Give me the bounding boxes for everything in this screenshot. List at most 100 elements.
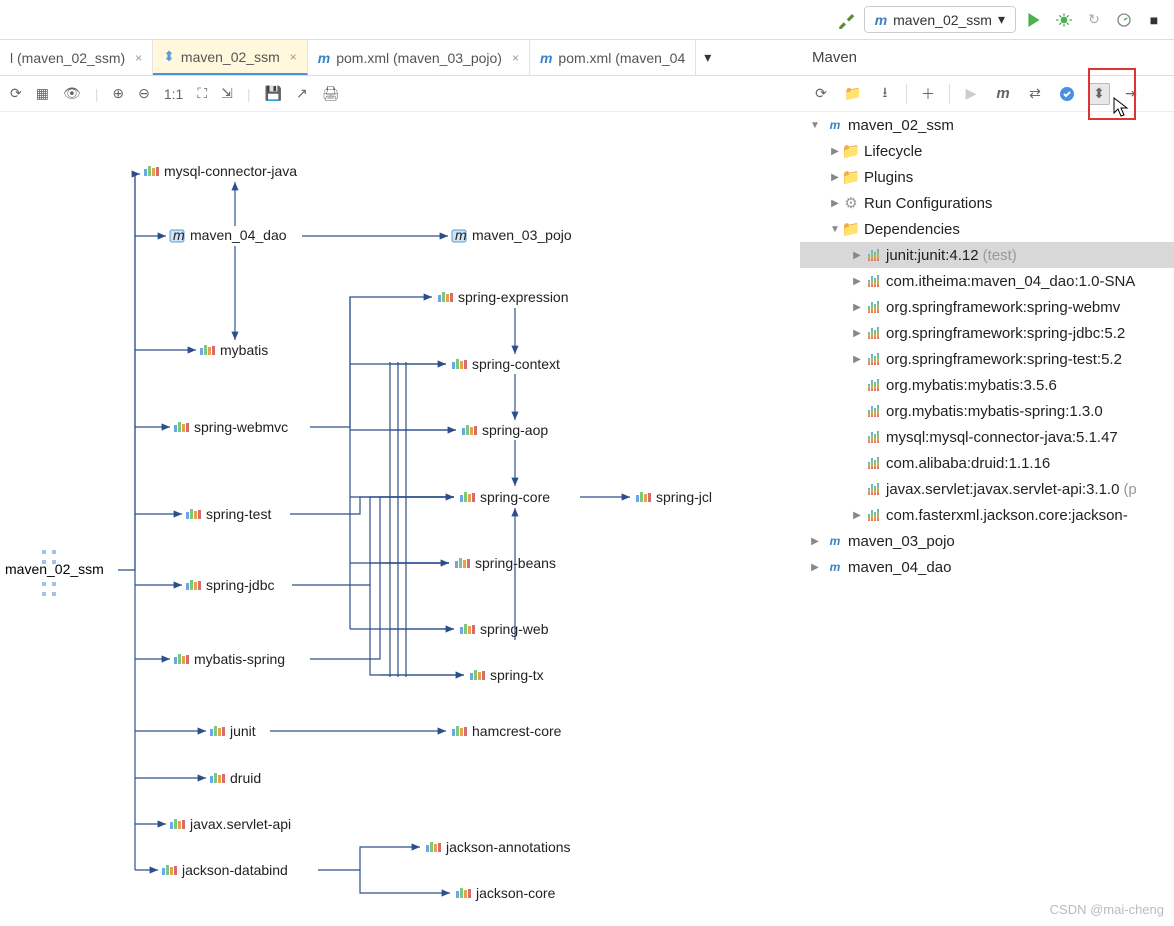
chevron-right-icon[interactable]: ▶ bbox=[850, 250, 864, 261]
share-icon[interactable]: ⇲ bbox=[221, 85, 233, 102]
tree-dependencies[interactable]: ▼ 📁 Dependencies bbox=[800, 216, 1174, 242]
node-jackson-annotations[interactable]: jackson-annotations bbox=[426, 839, 571, 855]
node-mybatis-spring[interactable]: mybatis-spring bbox=[174, 651, 285, 667]
add-project-icon[interactable]: ＋ bbox=[917, 83, 939, 105]
chevron-right-icon[interactable]: ▶ bbox=[828, 198, 842, 209]
tab-maven02-ssm[interactable]: ⬍ maven_02_ssm × bbox=[153, 40, 308, 75]
svg-text:spring-tx: spring-tx bbox=[490, 667, 544, 683]
tab-pom-pojo[interactable]: m pom.xml (maven_03_pojo) × bbox=[308, 40, 530, 75]
node-spring-aop[interactable]: spring-aop bbox=[462, 422, 548, 438]
library-icon bbox=[864, 431, 882, 443]
node-spring-core[interactable]: spring-core bbox=[460, 489, 550, 505]
chevron-right-icon[interactable]: ▶ bbox=[850, 510, 864, 521]
node-spring-beans[interactable]: spring-beans bbox=[455, 555, 556, 571]
tree-dependency-item[interactable]: ▶com.fasterxml.jackson.core:jackson- bbox=[800, 502, 1174, 528]
coverage-icon[interactable]: ↻ bbox=[1082, 8, 1106, 32]
tree-dependency-item[interactable]: mysql:mysql-connector-java:5.1.47 bbox=[800, 424, 1174, 450]
tree-dependency-item[interactable]: org.mybatis:mybatis-spring:1.3.0 bbox=[800, 398, 1174, 424]
node-mysql[interactable]: mysql-connector-java bbox=[144, 163, 297, 179]
toggle-offline-icon[interactable]: ⇄ bbox=[1024, 83, 1046, 105]
chevron-right-icon[interactable]: ▶ bbox=[850, 276, 864, 287]
close-icon[interactable]: × bbox=[512, 51, 519, 65]
collapse-all-icon[interactable]: ⇥ bbox=[1120, 83, 1142, 105]
tree-dependency-item[interactable]: ▶junit:junit:4.12(test) bbox=[800, 242, 1174, 268]
maven-panel-title: Maven bbox=[800, 40, 1174, 76]
tree-dependency-item[interactable]: org.mybatis:mybatis:3.5.6 bbox=[800, 372, 1174, 398]
chevron-right-icon[interactable]: ▶ bbox=[808, 562, 822, 573]
tree-plugins[interactable]: ▶ 📁 Plugins bbox=[800, 164, 1174, 190]
close-icon[interactable]: × bbox=[135, 51, 142, 65]
zoom-out-icon[interactable]: ⊖ bbox=[138, 85, 150, 102]
node-webmvc[interactable]: spring-webmvc bbox=[174, 419, 288, 435]
node-spring-context[interactable]: spring-context bbox=[452, 356, 560, 372]
chevron-right-icon[interactable]: ▶ bbox=[850, 354, 864, 365]
dependency-diagram[interactable]: maven_02_ssm mysql-connector-java mmaven… bbox=[0, 112, 800, 923]
preview-icon[interactable]: 👁 bbox=[63, 85, 81, 102]
node-mybatis[interactable]: mybatis bbox=[200, 342, 268, 358]
print-icon[interactable]: 🖨 bbox=[322, 85, 340, 102]
save-icon[interactable]: 💾 bbox=[265, 85, 282, 102]
node-junit[interactable]: junit bbox=[210, 723, 256, 739]
node-servlet[interactable]: javax.servlet-api bbox=[170, 816, 291, 832]
tree-dependency-item[interactable]: javax.servlet:javax.servlet-api:3.1.0(p bbox=[800, 476, 1174, 502]
debug-button[interactable] bbox=[1052, 8, 1076, 32]
execute-maven-goal-icon[interactable]: m bbox=[992, 83, 1014, 105]
tree-root[interactable]: ▼ m maven_02_ssm bbox=[800, 112, 1174, 138]
node-hamcrest[interactable]: hamcrest-core bbox=[452, 723, 562, 739]
run-maven-icon[interactable]: ▶ bbox=[960, 83, 982, 105]
svg-text:spring-aop: spring-aop bbox=[482, 422, 548, 438]
tree-dependency-item[interactable]: ▶org.springframework:spring-test:5.2 bbox=[800, 346, 1174, 372]
show-dependencies-icon[interactable]: ⬍ bbox=[1088, 83, 1110, 105]
tree-dependency-item[interactable]: ▶com.itheima:maven_04_dao:1.0-SNA bbox=[800, 268, 1174, 294]
node-jackson-core[interactable]: jackson-core bbox=[456, 885, 556, 901]
node-spring-tx[interactable]: spring-tx bbox=[470, 667, 544, 683]
tree-run-configurations[interactable]: ▶ ⚙ Run Configurations bbox=[800, 190, 1174, 216]
build-hammer-icon[interactable] bbox=[834, 8, 858, 32]
node-spring-web[interactable]: spring-web bbox=[460, 621, 549, 637]
layout-icon[interactable]: ▦ bbox=[36, 85, 49, 102]
refresh-icon[interactable]: ⟳ bbox=[10, 85, 22, 102]
svg-text:spring-webmvc: spring-webmvc bbox=[194, 419, 288, 435]
maven-projects-tree[interactable]: ▼ m maven_02_ssm ▶ 📁 Lifecycle ▶ 📁 Plugi… bbox=[800, 112, 1174, 923]
generate-sources-icon[interactable]: 📁 bbox=[842, 83, 864, 105]
tree-lifecycle[interactable]: ▶ 📁 Lifecycle bbox=[800, 138, 1174, 164]
chevron-right-icon[interactable]: ▶ bbox=[808, 536, 822, 547]
tree-sibling-dao[interactable]: ▶ m maven_04_dao bbox=[800, 554, 1174, 580]
tab-maven02-iml[interactable]: l (maven_02_ssm) × bbox=[0, 40, 153, 75]
run-config-selector[interactable]: m maven_02_ssm ▾ bbox=[864, 6, 1016, 33]
run-config-label: maven_02_ssm bbox=[893, 12, 992, 28]
close-icon[interactable]: × bbox=[290, 50, 297, 64]
tree-dependency-item[interactable]: ▶org.springframework:spring-jdbc:5.2 bbox=[800, 320, 1174, 346]
run-button[interactable] bbox=[1022, 8, 1046, 32]
tab-pom-04[interactable]: m pom.xml (maven_04 bbox=[530, 40, 696, 75]
chevron-right-icon[interactable]: ▶ bbox=[828, 172, 842, 183]
tabs-overflow-chevron[interactable]: ▾ bbox=[696, 40, 719, 75]
chevron-down-icon[interactable]: ▼ bbox=[808, 120, 822, 131]
node-test[interactable]: spring-test bbox=[186, 506, 271, 522]
fit-icon[interactable]: ⛶ bbox=[197, 85, 207, 102]
chevron-right-icon[interactable]: ▶ bbox=[828, 146, 842, 157]
chevron-right-icon[interactable]: ▶ bbox=[850, 302, 864, 313]
node-spring-jcl[interactable]: spring-jcl bbox=[636, 489, 712, 505]
node-druid[interactable]: druid bbox=[210, 770, 261, 786]
node-jackson-databind[interactable]: jackson-databind bbox=[162, 862, 288, 878]
toggle-skip-tests-icon[interactable] bbox=[1056, 83, 1078, 105]
chevron-down-icon: ▾ bbox=[998, 11, 1005, 28]
download-sources-icon[interactable]: ⭳ bbox=[874, 83, 896, 105]
node-pojo[interactable]: mmaven_03_pojo bbox=[452, 227, 572, 243]
tree-dependency-item[interactable]: ▶org.springframework:spring-webmv bbox=[800, 294, 1174, 320]
node-dao[interactable]: mmaven_04_dao bbox=[170, 227, 287, 243]
profile-icon[interactable] bbox=[1112, 8, 1136, 32]
tree-sibling-pojo[interactable]: ▶ m maven_03_pojo bbox=[800, 528, 1174, 554]
stop-icon[interactable]: ■ bbox=[1142, 8, 1166, 32]
node-jdbc[interactable]: spring-jdbc bbox=[186, 577, 274, 593]
zoom-in-icon[interactable]: ⊕ bbox=[112, 85, 124, 102]
tree-dependency-item[interactable]: com.alibaba:druid:1.1.16 bbox=[800, 450, 1174, 476]
node-spring-expression[interactable]: spring-expression bbox=[438, 289, 569, 305]
reload-icon[interactable]: ⟳ bbox=[810, 83, 832, 105]
zoom-label[interactable]: 1:1 bbox=[164, 86, 183, 102]
diagram-toolbar: ⟳ ▦ 👁 | ⊕ ⊖ 1:1 ⛶ ⇲ | 💾 ↗ 🖨 bbox=[0, 76, 800, 112]
chevron-right-icon[interactable]: ▶ bbox=[850, 328, 864, 339]
export-icon[interactable]: ↗ bbox=[296, 85, 308, 102]
chevron-down-icon[interactable]: ▼ bbox=[828, 224, 842, 235]
